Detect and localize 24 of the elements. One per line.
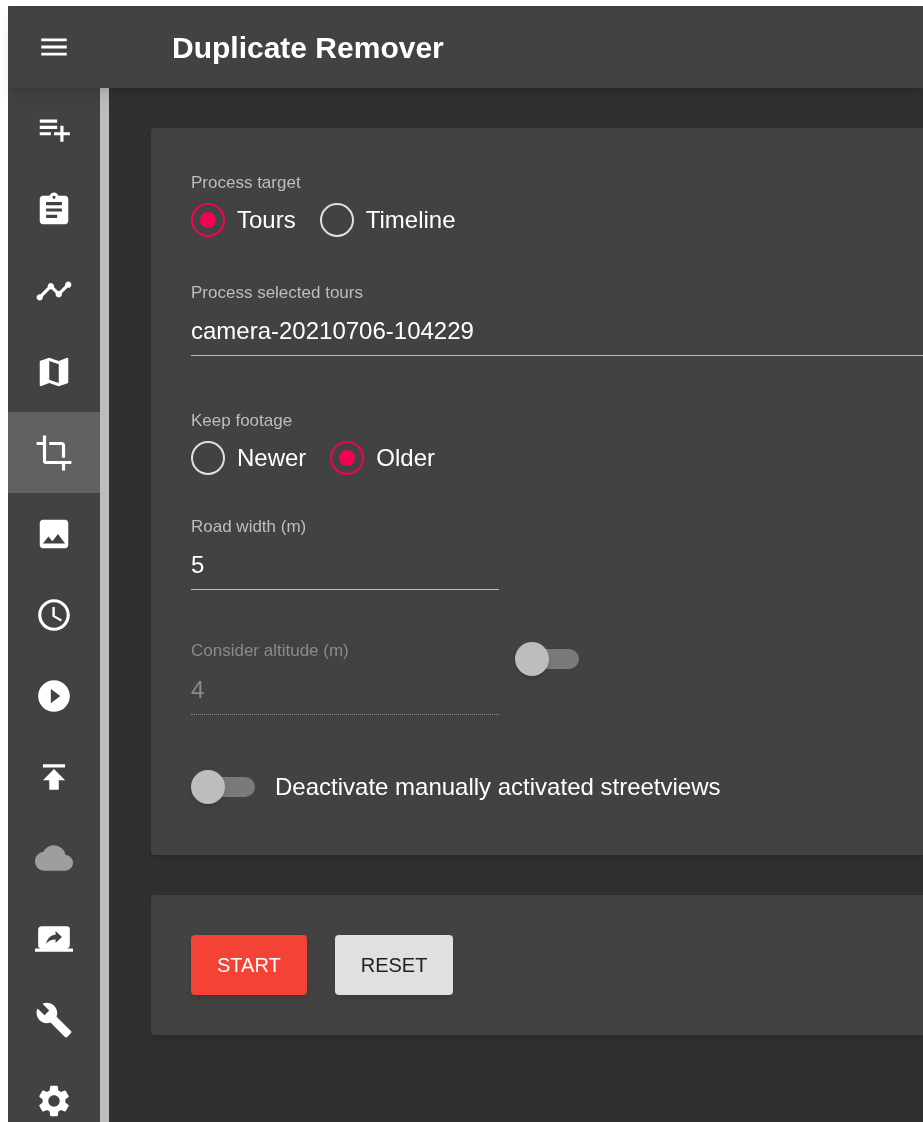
field-label: Keep footage — [191, 410, 294, 432]
reset-button[interactable]: RESET — [334, 934, 454, 995]
crop-icon — [35, 433, 73, 472]
field-label: Consider altitude (m) — [191, 640, 350, 662]
switch-label: Deactivate manually activated streetviews — [275, 771, 721, 802]
wrench-icon — [35, 1000, 73, 1039]
radio-label: Tours — [237, 204, 296, 235]
radio-button[interactable] — [330, 440, 365, 475]
toggle-switch[interactable] — [191, 769, 255, 804]
field-label: Road width (m) — [191, 515, 308, 538]
field-label: Process selected tours — [191, 281, 364, 304]
field-value: 5 — [191, 550, 206, 580]
radio-label: Newer — [237, 442, 307, 473]
field-value: 4 — [191, 674, 206, 705]
start-button[interactable]: START — [191, 934, 307, 995]
sidebar-item[interactable] — [8, 412, 100, 493]
app-title: Duplicate Remover — [172, 29, 444, 66]
radio-label: Older — [376, 442, 436, 473]
field-value: camera-20210706-104229 — [191, 316, 475, 346]
tours-field[interactable]: Process selected tours camera-20210706-104229 — [191, 279, 923, 356]
road-width-field[interactable]: Road width (m) 5 — [191, 513, 499, 590]
radio-button[interactable] — [191, 202, 225, 237]
radio-label: Timeline — [365, 204, 456, 235]
field-label: Process target — [191, 172, 302, 194]
